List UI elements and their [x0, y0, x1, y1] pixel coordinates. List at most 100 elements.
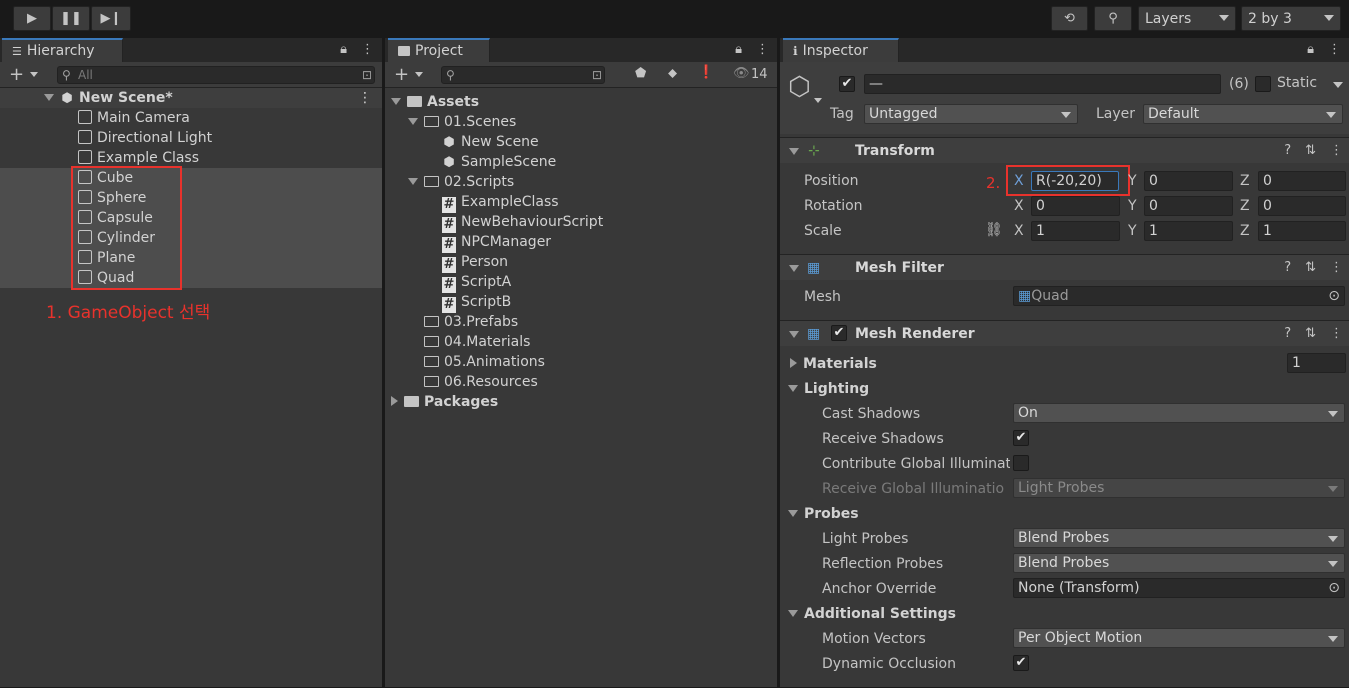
scale-z-field[interactable]: 1 [1258, 221, 1346, 241]
layers-dropdown[interactable]: Layers [1138, 6, 1236, 31]
folder-row[interactable]: 03.Prefabs [385, 312, 777, 332]
scene-search-icon[interactable]: ⊡ [362, 67, 372, 83]
preset-icon[interactable]: ⇅ [1305, 255, 1316, 281]
list-item[interactable]: #Person [385, 252, 777, 272]
collapse-arrow-icon[interactable] [790, 358, 797, 368]
dynamic-occlusion-checkbox[interactable]: ✔ [1013, 655, 1029, 671]
project-search-input[interactable]: ⚲ ⊡ [441, 66, 605, 84]
list-item[interactable]: Sphere [0, 188, 382, 208]
expand-arrow-icon[interactable] [408, 178, 418, 185]
folder-row[interactable]: 06.Resources [385, 372, 777, 392]
kebab-menu-icon[interactable]: ⋮ [1330, 138, 1343, 164]
additional-settings-foldout[interactable]: Additional Settings [788, 606, 956, 622]
chevron-down-icon[interactable] [415, 72, 423, 77]
expand-arrow-icon[interactable] [789, 148, 799, 155]
chevron-down-icon[interactable] [814, 98, 822, 103]
kebab-menu-icon[interactable]: ⋮ [361, 42, 374, 57]
materials-count-field[interactable]: 1 [1287, 353, 1346, 373]
pause-button[interactable]: ❚❚ [52, 6, 90, 31]
kebab-menu-icon[interactable]: ⋮ [1330, 321, 1343, 347]
step-button[interactable]: ▶❙ [91, 6, 131, 31]
static-checkbox[interactable] [1255, 76, 1271, 92]
receive-shadows-checkbox[interactable]: ✔ [1013, 430, 1029, 446]
lock-icon[interactable]: 🔒︎ [1307, 42, 1314, 57]
list-item[interactable]: Directional Light [0, 128, 382, 148]
motion-vectors-dropdown[interactable]: Per Object Motion [1013, 628, 1345, 648]
list-item[interactable]: #ScriptB [385, 292, 777, 312]
tag-dropdown[interactable]: Untagged [864, 104, 1078, 124]
kebab-menu-icon[interactable]: ⋮ [756, 42, 769, 57]
kebab-menu-icon[interactable]: ⋮ [1330, 255, 1343, 281]
contribute-gi-checkbox[interactable] [1013, 455, 1029, 471]
label-tag-icon[interactable]: ⬥ [668, 66, 677, 81]
assets-folder-row[interactable]: Assets [385, 92, 777, 112]
position-z-field[interactable]: 0 [1258, 171, 1346, 191]
list-item[interactable]: ⬢New Scene [385, 132, 777, 152]
warning-icon[interactable]: ❗ [698, 65, 714, 80]
mesh-filter-header[interactable]: ▦ Mesh Filter ?⇅⋮ [780, 254, 1349, 280]
list-item[interactable]: Plane [0, 248, 382, 268]
folder-row[interactable]: 04.Materials [385, 332, 777, 352]
search-button[interactable]: ⚲ [1094, 6, 1132, 31]
mesh-renderer-enabled-checkbox[interactable]: ✔ [831, 325, 847, 341]
chevron-down-icon[interactable] [30, 72, 38, 77]
hierarchy-search-input[interactable]: ⚲ All ⊡ [57, 66, 375, 84]
lock-icon[interactable]: 🔒︎ [735, 42, 742, 57]
probes-foldout[interactable]: Probes [788, 506, 859, 522]
preset-icon[interactable]: ⇅ [1305, 138, 1316, 164]
help-icon[interactable]: ? [1284, 138, 1291, 164]
expand-arrow-icon[interactable] [788, 510, 798, 517]
expand-arrow-icon[interactable] [391, 98, 401, 105]
constrain-proportions-icon[interactable]: ⛓︎ [985, 222, 1003, 238]
packages-folder-row[interactable]: Packages [385, 392, 777, 412]
search-by-type-icon[interactable]: ⊡ [592, 67, 602, 83]
expand-arrow-icon[interactable] [788, 610, 798, 617]
position-y-field[interactable]: 0 [1144, 171, 1233, 191]
position-x-field[interactable]: R(-20,20) [1031, 171, 1119, 191]
transform-header[interactable]: ⊹ Transform ?⇅⋮ [780, 137, 1349, 163]
help-icon[interactable]: ? [1284, 321, 1291, 347]
gameobject-icon[interactable]: ⬡ [788, 72, 811, 102]
mesh-object-field[interactable]: ▦Quad ⊙ [1013, 286, 1345, 306]
list-item[interactable]: #NewBehaviourScript [385, 212, 777, 232]
mesh-renderer-header[interactable]: ▦ ✔ Mesh Renderer ?⇅⋮ [780, 320, 1349, 346]
list-item[interactable]: #ScriptA [385, 272, 777, 292]
add-icon[interactable]: + [394, 64, 409, 85]
tab-project[interactable]: Project [388, 38, 490, 62]
help-icon[interactable]: ? [1284, 255, 1291, 281]
list-item[interactable]: #NPCManager [385, 232, 777, 252]
layout-dropdown[interactable]: 2 by 3 [1241, 6, 1341, 31]
list-item[interactable]: #ExampleClass [385, 192, 777, 212]
scale-x-field[interactable]: 1 [1031, 221, 1120, 241]
expand-arrow-icon[interactable] [789, 265, 799, 272]
list-item[interactable]: Capsule [0, 208, 382, 228]
rotation-z-field[interactable]: 0 [1258, 196, 1346, 216]
object-picker-icon[interactable]: ⊙ [1328, 287, 1340, 305]
reflection-probes-dropdown[interactable]: Blend Probes [1013, 553, 1345, 573]
chevron-down-icon[interactable] [1333, 82, 1343, 88]
layer-dropdown[interactable]: Default [1143, 104, 1343, 124]
expand-arrow-icon[interactable] [789, 331, 799, 338]
active-checkbox[interactable]: ✔ [839, 76, 855, 92]
folder-row[interactable]: 05.Animations [385, 352, 777, 372]
object-name-field[interactable]: — [864, 74, 1221, 94]
rotation-y-field[interactable]: 0 [1144, 196, 1233, 216]
kebab-menu-icon[interactable]: ⋮ [1328, 42, 1341, 57]
cast-shadows-dropdown[interactable]: On [1013, 403, 1345, 423]
preset-icon[interactable]: ⇅ [1305, 321, 1316, 347]
expand-arrow-icon[interactable] [788, 385, 798, 392]
scene-row[interactable]: ⬢New Scene* ⋮ [0, 88, 382, 108]
history-button[interactable]: ⟲ [1051, 6, 1088, 31]
collapse-arrow-icon[interactable] [391, 396, 398, 406]
list-item[interactable]: Cube [0, 168, 382, 188]
lock-icon[interactable]: 🔒︎ [340, 42, 347, 57]
expand-arrow-icon[interactable] [44, 94, 54, 101]
tab-inspector[interactable]: ℹ Inspector [783, 38, 899, 62]
list-item[interactable]: Quad [0, 268, 382, 288]
list-item[interactable]: Main Camera [0, 108, 382, 128]
tab-hierarchy[interactable]: ☰ Hierarchy [2, 38, 123, 62]
list-item[interactable]: Example Class [0, 148, 382, 168]
materials-foldout[interactable]: Materials [790, 356, 877, 372]
expand-arrow-icon[interactable] [408, 118, 418, 125]
lighting-foldout[interactable]: Lighting [788, 381, 869, 397]
